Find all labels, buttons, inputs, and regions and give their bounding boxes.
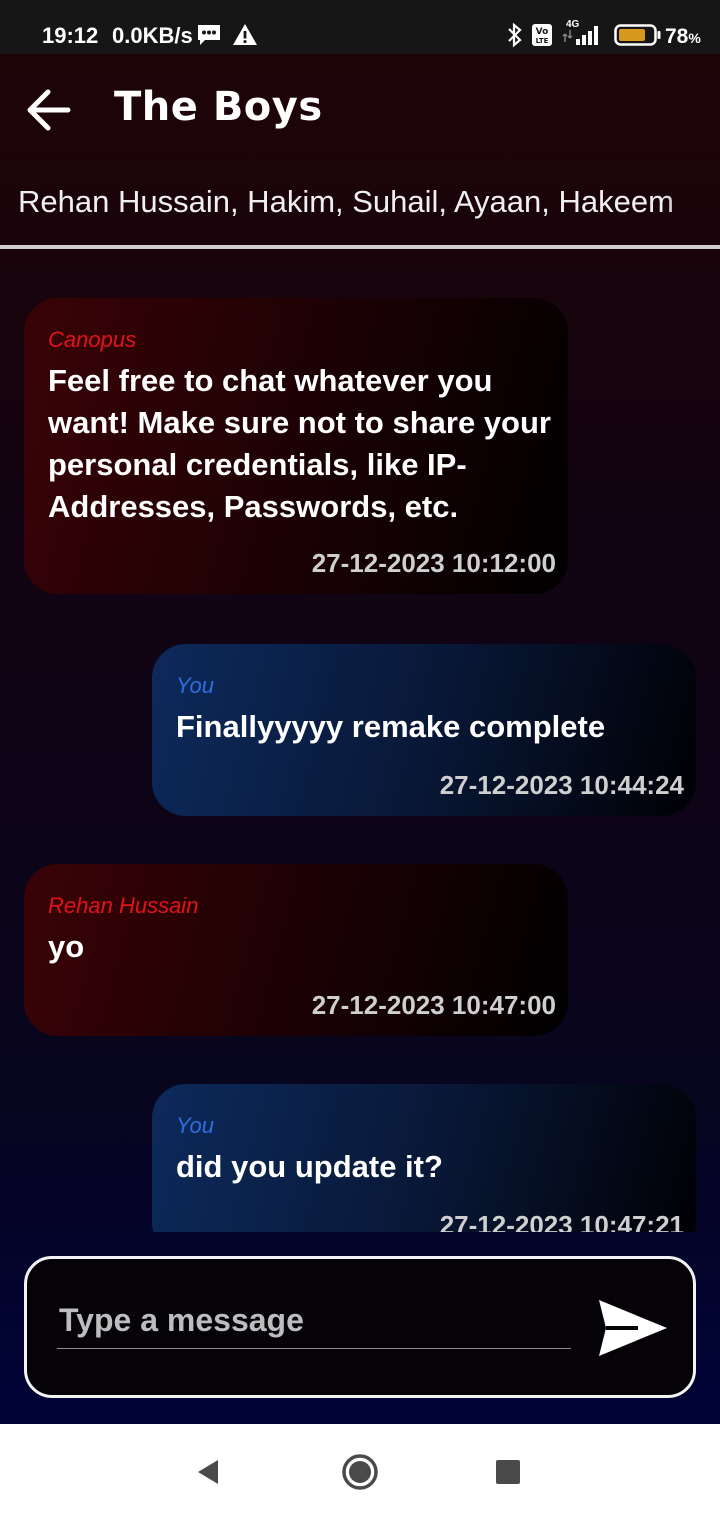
- group-members: Rehan Hussain, Hakim, Suhail, Ayaan, Hak…: [18, 184, 674, 219]
- battery-icon: [614, 24, 661, 46]
- bluetooth-icon: [508, 22, 522, 48]
- battery-percent: 78%: [665, 25, 701, 49]
- message-text: Feel free to chat whatever you want! Mak…: [48, 363, 551, 524]
- status-net-speed: 0.0KB/s: [112, 23, 193, 48]
- back-arrow-icon: [27, 89, 71, 131]
- message-input[interactable]: [57, 1293, 571, 1349]
- message-text: Finallyyyyy remake complete: [176, 709, 606, 744]
- message-text: yo: [48, 929, 85, 964]
- message-bubble: You did you update it? 27-12-2023 10:47:…: [152, 1084, 696, 1232]
- message-sender: Rehan Hussain: [48, 893, 199, 918]
- battery-level: 78: [665, 25, 689, 48]
- send-button[interactable]: [595, 1295, 671, 1361]
- message-timestamp: 27-12-2023 10:47:00: [311, 990, 556, 1020]
- svg-text:LTE: LTE: [536, 37, 549, 45]
- message-list[interactable]: Canopus Feel free to chat whatever you w…: [0, 250, 720, 1232]
- volte-icon: Vo LTE: [532, 24, 552, 46]
- message-icon: [198, 25, 220, 45]
- nav-recents-button[interactable]: [486, 1450, 530, 1494]
- message-bubble: You Finallyyyyy remake complete 27-12-20…: [152, 644, 696, 816]
- message-timestamp: 27-12-2023 10:12:00: [311, 548, 556, 578]
- message-timestamp: 27-12-2023 10:44:24: [439, 770, 684, 800]
- status-bar: 19:12 0.0KB/s Vo LTE 4G 78%: [0, 0, 720, 54]
- message-timestamp: 27-12-2023 10:47:21: [439, 1210, 684, 1232]
- svg-text:Vo: Vo: [536, 27, 549, 37]
- chat-header: The Boys: [0, 54, 720, 164]
- warning-icon: [233, 24, 257, 45]
- message-composer: [24, 1256, 696, 1398]
- nav-home-button[interactable]: [338, 1450, 382, 1494]
- message-bubble: Canopus Feel free to chat whatever you w…: [24, 298, 568, 594]
- signal-icon: [562, 26, 598, 45]
- battery-unit: %: [688, 30, 701, 46]
- message-bubble: Rehan Hussain yo 27-12-2023 10:47:00: [24, 864, 568, 1036]
- send-icon: [599, 1300, 667, 1356]
- header-divider: [0, 245, 720, 249]
- message-sender: You: [176, 673, 214, 698]
- nav-home-icon: [342, 1454, 378, 1490]
- nav-back-button[interactable]: [186, 1450, 230, 1494]
- app-body: The Boys Rehan Hussain, Hakim, Suhail, A…: [0, 54, 720, 1424]
- message-text: did you update it?: [176, 1149, 443, 1184]
- page-title: The Boys: [114, 84, 323, 130]
- message-sender: You: [176, 1113, 214, 1138]
- chat-screen: 19:12 0.0KB/s Vo LTE 4G 78% The Boys Reh…: [0, 0, 720, 1520]
- nav-back-icon: [198, 1460, 218, 1484]
- nav-recents-icon: [496, 1460, 520, 1484]
- status-time: 19:12: [42, 23, 99, 48]
- system-nav-bar: [0, 1424, 720, 1520]
- back-button[interactable]: [18, 82, 78, 138]
- message-sender: Canopus: [48, 327, 137, 352]
